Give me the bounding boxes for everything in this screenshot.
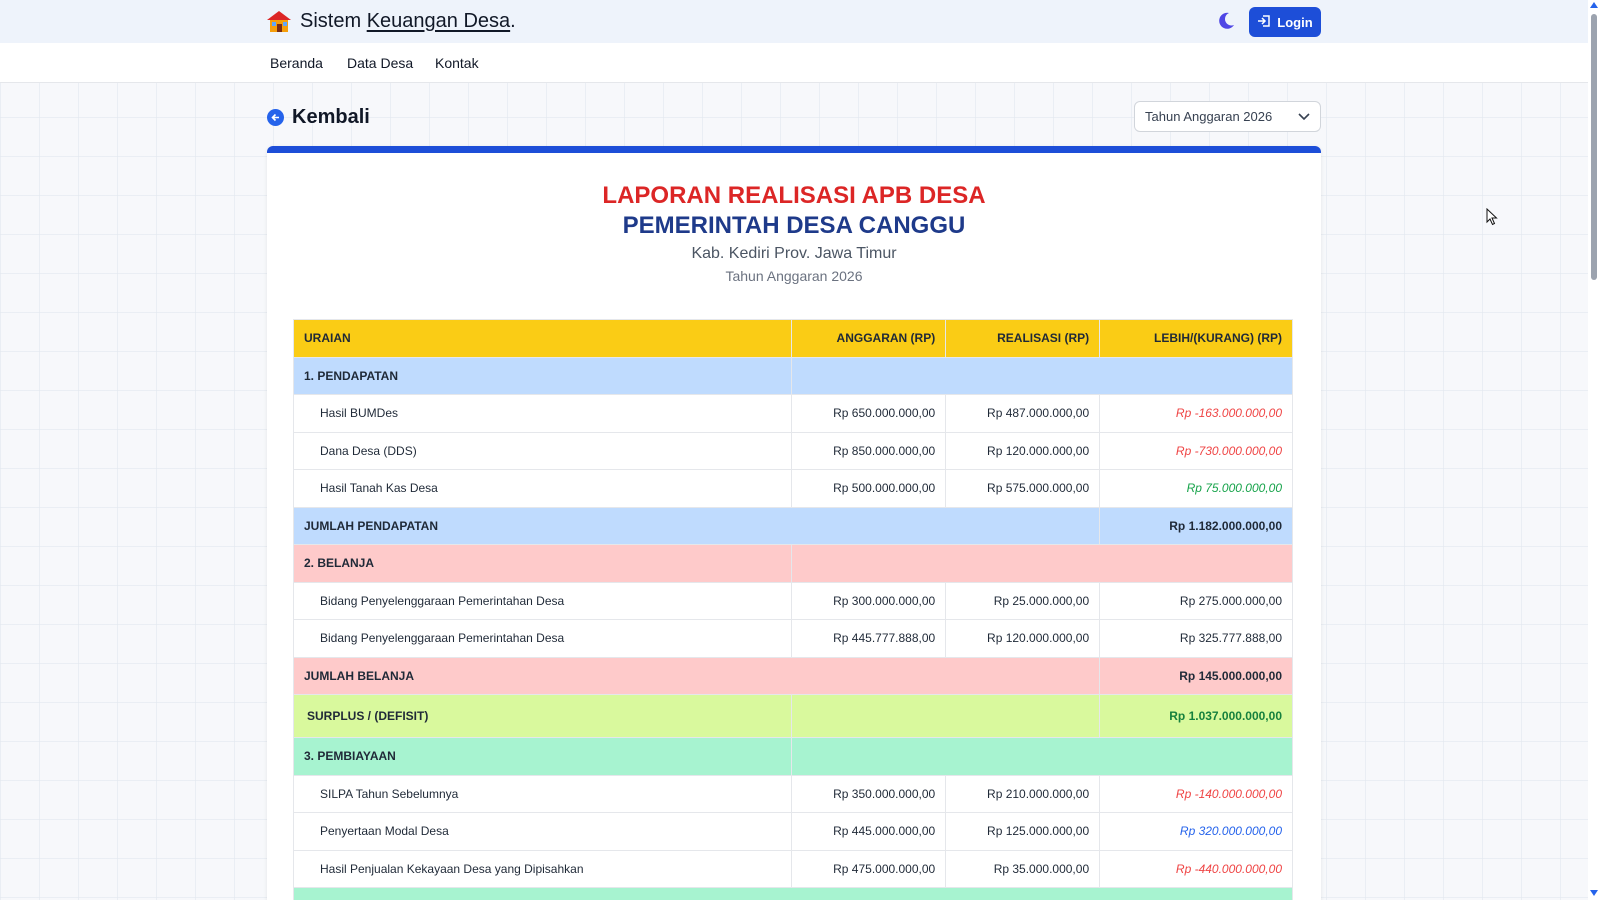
brand[interactable]: Sistem Keuangan Desa. [266, 8, 516, 34]
row-name: Bidang Penyelenggaraan Pemerintahan Desa [292, 619, 793, 658]
surplus-label: SURPLUS / (DEFISIT) [292, 694, 793, 738]
report-region: Kab. Kediri Prov. Jawa Timur [691, 245, 897, 262]
mouse-cursor-icon [1486, 207, 1498, 231]
row-selisih: Rp -440.000.000,00 [1099, 849, 1293, 888]
house-icon [266, 8, 292, 34]
row-anggaran: Rp 445.000.000,00 [791, 812, 947, 851]
login-icon [1257, 14, 1271, 31]
row-name: Hasil Tanah Kas Desa [292, 469, 793, 508]
row-name: Bidang Penyelenggaraan Pemerintahan Desa [292, 581, 793, 620]
back-label: Kembali [292, 106, 370, 128]
scrollbar-thumb[interactable] [1591, 14, 1597, 280]
nav-item-beranda[interactable]: Beranda [270, 55, 323, 71]
scroll-down-icon[interactable] [1590, 890, 1598, 896]
row-name: Hasil Penjualan Kekayaan Desa yang Dipis… [292, 849, 793, 888]
row-selisih: Rp 275.000.000,00 [1099, 581, 1293, 620]
login-label: Login [1277, 14, 1313, 30]
table-row: Bidang Penyelenggaraan Pemerintahan Desa… [292, 581, 1293, 620]
row-anggaran: Rp 650.000.000,00 [791, 394, 947, 433]
total-value: Rp 145.000.000,00 [1099, 656, 1293, 695]
row-realisasi: Rp 210.000.000,00 [945, 774, 1101, 813]
section-label: 3. PEMBIAYAAN [292, 737, 793, 776]
row-anggaran: Rp 350.000.000,00 [791, 774, 947, 813]
row-anggaran: Rp 500.000.000,00 [791, 469, 947, 508]
year-select-value: Tahun Anggaran 2026 [1145, 109, 1273, 124]
brand-title: Sistem Keuangan Desa. [300, 9, 516, 32]
back-link[interactable]: Kembali [267, 106, 370, 129]
surplus-row: SURPLUS / (DEFISIT) Rp 1.037.000.000,00 [292, 694, 1293, 738]
moon-icon[interactable] [1216, 11, 1236, 31]
table-row: Bidang Penyelenggaraan Pemerintahan Desa… [292, 619, 1293, 658]
section-label: 2. BELANJA [292, 544, 793, 583]
section-row-partial [293, 887, 1293, 900]
report-subtitle: PEMERINTAH DESA CANGGU [622, 212, 966, 239]
report-title: LAPORAN REALISASI APB DESA [602, 182, 986, 209]
report-card: LAPORAN REALISASI APB DESA PEMERINTAH DE… [267, 146, 1321, 900]
row-selisih: Rp 325.777.888,00 [1099, 619, 1293, 658]
table-row: Hasil Penjualan Kekayaan Desa yang Dipis… [292, 849, 1293, 888]
surplus-value: Rp 1.037.000.000,00 [1099, 694, 1293, 738]
login-button[interactable]: Login [1249, 7, 1321, 37]
column-header-realisasi: REALISASI (RP) [945, 319, 1101, 358]
report-table: URAIAN ANGGARAN (RP) REALISASI (RP) LEBI… [292, 319, 1293, 900]
table-row: Dana Desa (DDS) Rp 850.000.000,00 Rp 120… [292, 431, 1293, 470]
row-realisasi: Rp 25.000.000,00 [945, 581, 1101, 620]
arrow-left-icon [267, 109, 284, 126]
row-realisasi: Rp 120.000.000,00 [945, 619, 1101, 658]
scroll-up-icon[interactable] [1590, 2, 1598, 8]
report-year: Tahun Anggaran 2026 [725, 268, 863, 284]
top-header: Sistem Keuangan Desa. Login [0, 0, 1588, 43]
row-anggaran: Rp 475.000.000,00 [791, 849, 947, 888]
row-realisasi: Rp 575.000.000,00 [945, 469, 1101, 508]
row-selisih: Rp -730.000.000,00 [1099, 431, 1293, 470]
table-row: SILPA Tahun Sebelumnya Rp 350.000.000,00… [292, 774, 1293, 813]
chevron-down-icon [1298, 109, 1310, 124]
row-name: SILPA Tahun Sebelumnya [292, 774, 793, 813]
table-row: Hasil Tanah Kas Desa Rp 500.000.000,00 R… [292, 469, 1293, 508]
total-label: JUMLAH BELANJA [292, 656, 1101, 695]
row-anggaran: Rp 445.777.888,00 [791, 619, 947, 658]
row-realisasi: Rp 487.000.000,00 [945, 394, 1101, 433]
column-header-uraian: URAIAN [292, 319, 793, 358]
main-nav: Beranda Data Desa Kontak [0, 43, 1588, 83]
row-name: Penyertaan Modal Desa [292, 812, 793, 851]
row-realisasi: Rp 120.000.000,00 [945, 431, 1101, 470]
table-row: Hasil BUMDes Rp 650.000.000,00 Rp 487.00… [292, 394, 1293, 433]
total-row-pendapatan: JUMLAH PENDAPATAN Rp 1.182.000.000,00 [292, 506, 1293, 545]
row-realisasi: Rp 35.000.000,00 [945, 849, 1101, 888]
total-label: JUMLAH PENDAPATAN [292, 506, 1101, 545]
nav-item-kontak[interactable]: Kontak [435, 55, 479, 71]
year-select[interactable]: Tahun Anggaran 2026 [1134, 101, 1321, 132]
row-anggaran: Rp 300.000.000,00 [791, 581, 947, 620]
report-header: LAPORAN REALISASI APB DESA PEMERINTAH DE… [267, 181, 1321, 287]
section-label: 1. PENDAPATAN [292, 356, 793, 395]
row-realisasi: Rp 125.000.000,00 [945, 812, 1101, 851]
row-anggaran: Rp 850.000.000,00 [791, 431, 947, 470]
section-row-belanja: 2. BELANJA [292, 544, 1293, 583]
row-selisih: Rp -163.000.000,00 [1099, 394, 1293, 433]
row-selisih: Rp 320.000.000,00 [1099, 812, 1293, 851]
total-value: Rp 1.182.000.000,00 [1099, 506, 1293, 545]
column-header-anggaran: ANGGARAN (RP) [791, 319, 947, 358]
column-header-selisih: LEBIH/(KURANG) (RP) [1099, 319, 1293, 358]
row-selisih: Rp 75.000.000,00 [1099, 469, 1293, 508]
row-name: Dana Desa (DDS) [292, 431, 793, 470]
table-header-row: URAIAN ANGGARAN (RP) REALISASI (RP) LEBI… [292, 319, 1293, 358]
section-row-pembiayaan: 3. PEMBIAYAAN [292, 737, 1293, 776]
nav-item-data-desa[interactable]: Data Desa [347, 55, 413, 71]
total-row-belanja: JUMLAH BELANJA Rp 145.000.000,00 [292, 656, 1293, 695]
row-selisih: Rp -140.000.000,00 [1099, 774, 1293, 813]
row-name: Hasil BUMDes [292, 394, 793, 433]
section-row-pendapatan: 1. PENDAPATAN [292, 356, 1293, 395]
table-row: Penyertaan Modal Desa Rp 445.000.000,00 … [292, 812, 1293, 851]
